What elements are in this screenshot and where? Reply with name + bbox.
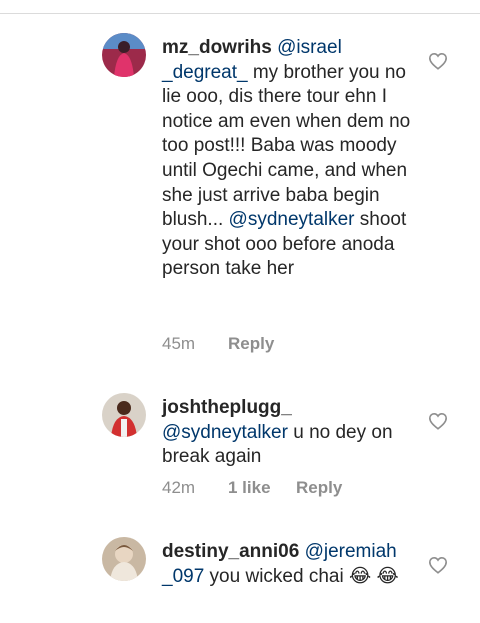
reply-button[interactable]: Reply bbox=[228, 334, 274, 354]
user-avatar-icon bbox=[102, 537, 146, 581]
user-avatar[interactable] bbox=[102, 537, 146, 581]
comment-username[interactable]: joshtheplugg_ bbox=[162, 397, 292, 418]
user-avatar-icon bbox=[102, 393, 146, 437]
comment-username[interactable]: destiny_anni06 bbox=[162, 541, 299, 562]
like-heart-icon[interactable] bbox=[428, 52, 448, 70]
comment-text: destiny_anni06 @jeremiah _097 you wicked… bbox=[162, 540, 412, 589]
reply-button[interactable]: Reply bbox=[296, 478, 342, 498]
comment-text: joshtheplugg_ @sydneytalker u no dey on … bbox=[162, 396, 412, 470]
like-heart-icon[interactable] bbox=[428, 556, 448, 574]
comment-username[interactable]: mz_dowrihs bbox=[162, 37, 272, 58]
comment-meta: 45m Reply bbox=[162, 334, 274, 354]
user-avatar[interactable] bbox=[102, 393, 146, 437]
user-avatar[interactable] bbox=[102, 33, 146, 77]
like-count[interactable]: 1 like bbox=[228, 478, 296, 498]
comment-body: my brother you no lie ooo, dis there tou… bbox=[162, 61, 411, 231]
top-divider bbox=[0, 0, 480, 14]
comment-mention[interactable]: @sydneytalker bbox=[229, 209, 355, 230]
user-avatar-icon bbox=[102, 33, 146, 77]
comment-body: you wicked chai 😂 😂 bbox=[204, 565, 399, 587]
comment-meta: 42m 1 like Reply bbox=[162, 478, 342, 498]
comment-mention[interactable]: @sydneytalker bbox=[162, 422, 288, 443]
comment-text: mz_dowrihs @israel _degreat_ my brother … bbox=[162, 36, 412, 282]
comment-time: 42m bbox=[162, 478, 196, 497]
comment-time: 45m bbox=[162, 334, 196, 353]
like-heart-icon[interactable] bbox=[428, 412, 448, 430]
